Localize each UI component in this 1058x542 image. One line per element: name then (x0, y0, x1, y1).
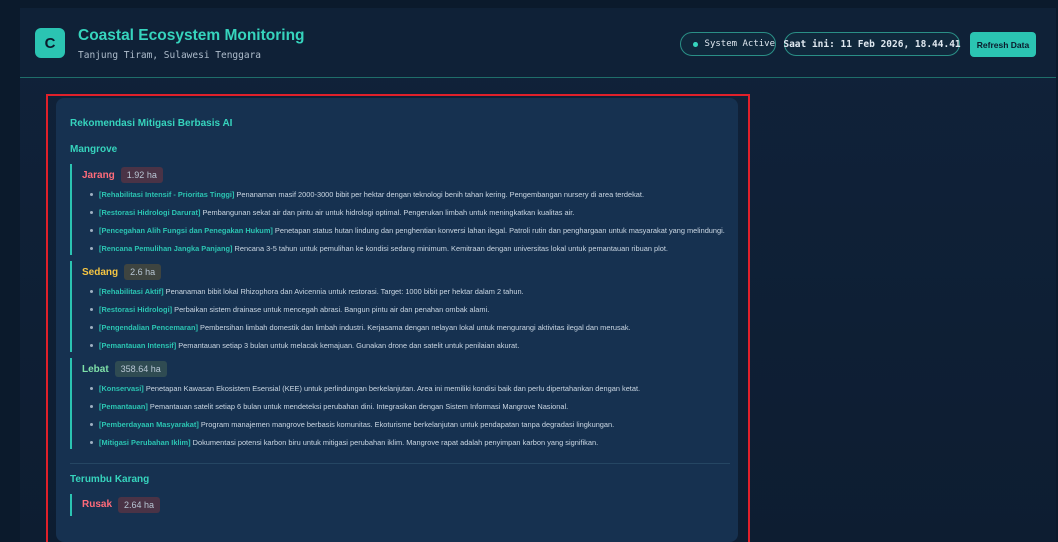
system-status-badge: System Active (680, 32, 776, 56)
highlight-box (46, 94, 750, 542)
header: C Coastal Ecosystem Monitoring Tanjung T… (20, 8, 1056, 78)
status-dot-icon (693, 41, 698, 47)
refresh-data-button[interactable]: Refresh Data (970, 32, 1036, 57)
app-window: C Coastal Ecosystem Monitoring Tanjung T… (20, 8, 1056, 542)
status-text: System Active (704, 39, 775, 49)
current-time-display: Saat ini: 11 Feb 2026, 18.44.41 (783, 32, 961, 56)
location-subtitle: Tanjung Tiram, Sulawesi Tenggara (78, 50, 262, 61)
app-logo: C (35, 28, 65, 58)
app-title: Coastal Ecosystem Monitoring (78, 27, 305, 44)
